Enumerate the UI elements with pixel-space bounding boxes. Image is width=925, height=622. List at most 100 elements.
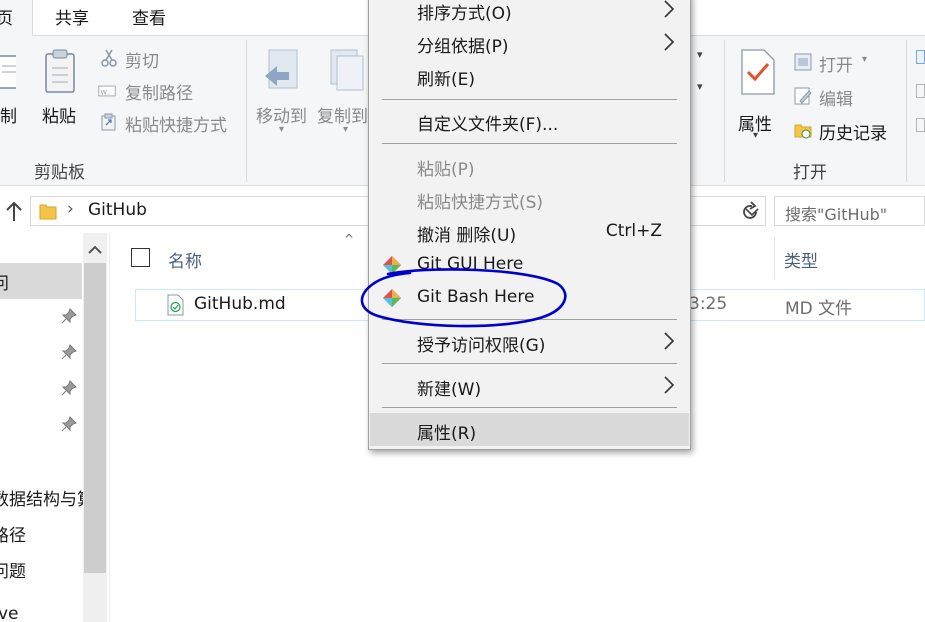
menu-item-label: 分组依据(P) (417, 37, 509, 57)
copy-label: 制 (0, 107, 17, 127)
edit-button[interactable]: 编辑 (794, 84, 884, 110)
git-icon (383, 289, 401, 307)
tab-home[interactable]: 页 (0, 0, 33, 37)
clipboard-group-label: 剪贴板 (34, 163, 85, 183)
menu-item-customize-folder[interactable]: 自定义文件夹(F)... (369, 104, 690, 137)
tab-share-label: 共享 (55, 9, 89, 29)
menu-item-label: 撤消 删除(U) (417, 226, 517, 246)
column-divider[interactable] (774, 237, 775, 279)
menu-item-properties[interactable]: 属性(R) (370, 413, 689, 446)
menu-item-label: Git GUI Here (417, 254, 524, 274)
paste-button[interactable]: 粘贴 (38, 46, 86, 136)
breadcrumb-github[interactable]: GitHub (88, 200, 147, 220)
cut-label: 剪切 (125, 52, 159, 72)
file-type: MD 文件 (785, 299, 853, 319)
search-placeholder: 搜索"GitHub" (785, 205, 888, 224)
menu-item-paste-shortcut: 粘贴快捷方式(S) (369, 182, 690, 215)
clipboard-icon (45, 49, 75, 93)
chevron-right-icon (664, 33, 675, 51)
nav-item-label[interactable]: 问题 (0, 557, 26, 582)
edit-label: 编辑 (819, 90, 853, 110)
move-to-dropdown-icon: ▾ (279, 124, 285, 135)
paste-shortcut-icon (101, 113, 116, 131)
menu-separator (382, 407, 677, 408)
tab-view-label: 查看 (132, 9, 166, 29)
chevron-right-icon (664, 0, 675, 18)
tab-view[interactable]: 查看 (132, 4, 166, 29)
menu-item-sort-by[interactable]: 排序方式(O) (369, 0, 690, 26)
markdown-file-icon (167, 294, 184, 316)
properties-button[interactable]: 属性 ▾ (734, 46, 782, 146)
pin-icon[interactable] (61, 380, 77, 396)
menu-item-label: Git Bash Here (417, 287, 535, 307)
refresh-icon[interactable] (739, 201, 761, 223)
column-header-name[interactable]: 名称 (168, 247, 202, 272)
invert-selection-icon[interactable] (916, 118, 925, 132)
paste-shortcut-button[interactable]: 粘贴快捷方式 (98, 110, 238, 136)
ribbon-divider (906, 40, 907, 182)
properties-dropdown-icon: ▾ (753, 130, 759, 141)
copy-path-button[interactable]: W.. 复制路径 (98, 78, 208, 104)
sort-ascending-icon: ^ (344, 232, 355, 246)
copy-path-icon: W.. (98, 85, 116, 97)
menu-item-label: 新建(W) (417, 380, 482, 400)
nav-item-label[interactable]: 数据结构与算 (0, 485, 94, 510)
file-modified: 3:25 (689, 294, 728, 314)
nav-scrollbar-thumb[interactable] (84, 263, 106, 573)
history-icon (794, 124, 812, 139)
menu-item-paste: 粘贴(P) (369, 149, 690, 182)
edit-icon (794, 87, 812, 105)
pin-icon[interactable] (61, 308, 77, 324)
search-input[interactable]: 搜索"GitHub" (774, 196, 925, 226)
copy-to-dropdown-icon: ▾ (343, 124, 349, 135)
nav-item-quick-access[interactable] (0, 263, 82, 299)
copy-to-button[interactable]: 复制到 ▾ (317, 46, 369, 146)
menu-separator (382, 363, 677, 364)
scissors-icon (101, 49, 117, 67)
move-to-button[interactable]: 移动到 ▾ (255, 46, 313, 146)
nav-item-label: 问 (0, 274, 9, 294)
menu-item-git-bash[interactable]: Git Bash Here (369, 281, 690, 314)
dropdown-arrow-icon: ▾ (697, 80, 703, 93)
up-arrow-icon[interactable] (4, 201, 24, 223)
chevron-right-icon (664, 376, 675, 394)
nav-item-label[interactable]: 路径 (0, 521, 26, 546)
menu-item-new[interactable]: 新建(W) (369, 369, 690, 402)
dropdown-arrow-icon: ▾ (697, 48, 703, 61)
menu-item-shortcut: Ctrl+Z (605, 221, 662, 241)
menu-separator (382, 319, 677, 320)
git-icon (383, 256, 401, 274)
menu-item-git-gui[interactable]: Git GUI Here (369, 248, 690, 281)
nav-item-label[interactable]: ve (0, 604, 19, 622)
ribbon-divider (724, 40, 725, 182)
column-header-type[interactable]: 类型 (784, 247, 818, 272)
menu-item-label: 粘贴快捷方式(S) (417, 193, 544, 213)
paste-shortcut-label: 粘贴快捷方式 (125, 116, 227, 136)
paste-label: 粘贴 (42, 107, 76, 127)
scroll-up-icon[interactable] (83, 239, 107, 261)
pin-icon[interactable] (61, 416, 77, 432)
pin-icon[interactable] (61, 344, 77, 360)
open-label: 打开 (819, 56, 853, 76)
breadcrumb-separator-icon[interactable]: › (67, 199, 74, 219)
cut-button[interactable]: 剪切 (98, 46, 178, 72)
menu-item-label: 粘贴(P) (417, 160, 475, 180)
properties-icon (741, 49, 775, 95)
copy-path-label: 复制路径 (125, 84, 193, 104)
select-all-checkbox[interactable] (131, 248, 150, 267)
menu-item-label: 授予访问权限(G) (417, 336, 546, 356)
menu-item-undo-delete[interactable]: 撤消 删除(U) Ctrl+Z (369, 215, 690, 248)
select-none-icon[interactable] (916, 84, 925, 98)
history-button[interactable]: 历史记录 (794, 118, 904, 144)
select-all-icon[interactable] (916, 50, 925, 64)
open-button[interactable]: 打开 ▾ (794, 50, 884, 76)
copy-icon (0, 55, 16, 89)
menu-item-refresh[interactable]: 刷新(E) (369, 59, 690, 92)
chevron-right-icon (664, 332, 675, 350)
tab-share[interactable]: 共享 (55, 4, 89, 29)
menu-item-give-access[interactable]: 授予访问权限(G) (369, 325, 690, 358)
menu-item-group-by[interactable]: 分组依据(P) (369, 26, 690, 59)
open-group-label: 打开 (793, 163, 827, 183)
copy-to-icon (330, 49, 364, 91)
copy-button[interactable]: 制 (0, 46, 22, 136)
